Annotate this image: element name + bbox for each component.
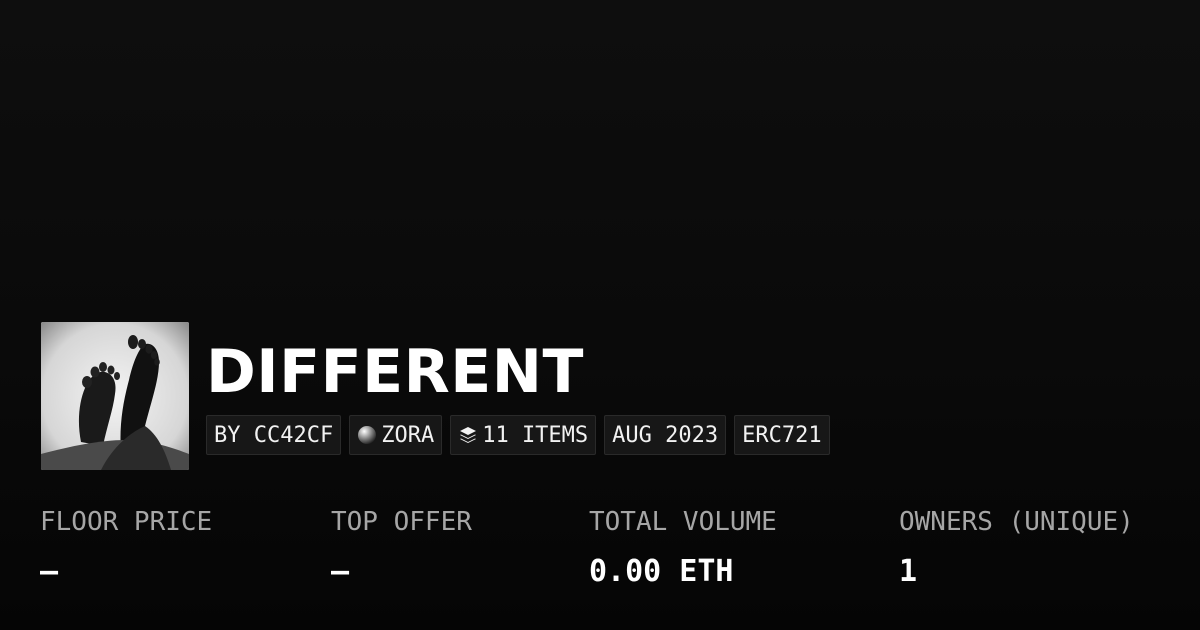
floor-price-label: FLOOR PRICE [40,507,213,537]
collection-title: DIFFERENT [206,337,584,407]
date-badge: AUG 2023 [604,415,727,455]
items-badge[interactable]: 11 ITEMS [450,415,597,455]
chain-badge[interactable]: ZORA [349,415,443,455]
zora-orb-icon [357,425,377,445]
total-volume-value: 0.00 ETH [589,554,734,589]
owners-label: OWNERS (UNIQUE) [899,507,1134,537]
layers-icon [458,425,478,445]
creator-badge[interactable]: BY CC42CF [206,415,342,455]
date-label: AUG 2023 [612,422,719,448]
floor-price-value: – [40,554,59,589]
standard-label: ERC721 [742,422,822,448]
top-offer-label: TOP OFFER [331,507,472,537]
total-volume-label: TOTAL VOLUME [589,507,777,537]
top-offer-value: – [331,554,350,589]
chain-label: ZORA [381,422,435,448]
collection-badges: BY CC42CF ZORA 11 ITEMS AUG 2023 ERC721 [206,415,830,455]
standard-badge: ERC721 [734,415,830,455]
creator-label: BY CC42CF [214,422,334,448]
items-label: 11 ITEMS [482,422,589,448]
owners-value: 1 [899,554,918,589]
collection-thumbnail [41,322,189,470]
feet-photo-image [41,322,189,470]
